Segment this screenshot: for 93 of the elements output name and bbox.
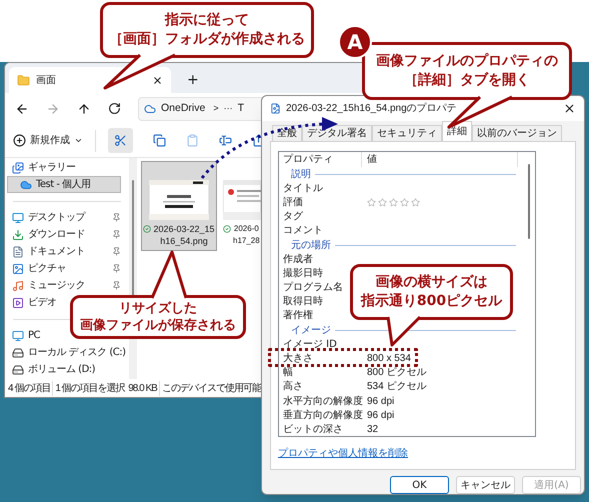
- property-name: コメント: [282, 224, 324, 238]
- dialog-button[interactable]: OK: [390, 476, 449, 494]
- cut-button[interactable]: [108, 128, 133, 153]
- cloud-icon: [20, 178, 32, 190]
- scissors-icon: [114, 134, 127, 147]
- file-name: 2026-03-22_15 h16_54.png: [153, 223, 215, 247]
- group-heading: 元の場所: [291, 238, 331, 253]
- window-title: 2026-03-22_15h16_54.pngのプロパテ: [286, 102, 457, 116]
- sidebar-item[interactable]: ミュージック: [12, 277, 85, 294]
- caret-icon: [74, 136, 83, 145]
- callout-text: リサイズした 画像ファイルが保存される: [80, 300, 236, 334]
- picture-icon: [12, 262, 24, 274]
- remove-properties-link[interactable]: プロパティや個人情報を削除: [278, 446, 408, 461]
- status-text: 1 個の項目を選択 98.0 KB: [52, 380, 159, 396]
- property-name: タグ: [282, 210, 304, 224]
- column-header[interactable]: プロパティ: [279, 152, 362, 167]
- file-name: 2026-0 h17_28: [233, 223, 260, 247]
- property-name: 著作権: [282, 308, 314, 324]
- sidebar-item[interactable]: ドキュメント: [12, 243, 85, 260]
- image-file-icon: [270, 103, 281, 114]
- drive-icon: [12, 364, 24, 376]
- cloud-icon: [144, 102, 156, 114]
- tab[interactable]: セキュリティ: [372, 125, 442, 141]
- column-header[interactable]: 値: [362, 152, 518, 167]
- breadcrumb-separator: >: [213, 102, 219, 115]
- callout-text: 画像の横サイズは 指示通り800ピクセル: [360, 273, 502, 311]
- property-name: タイトル: [282, 182, 324, 196]
- property-name: 高さ: [282, 380, 304, 394]
- tab[interactable]: デジタル署名: [302, 125, 372, 141]
- new-tab-button[interactable]: +: [181, 67, 205, 93]
- refresh-icon[interactable]: [108, 102, 121, 115]
- folder-icon: [17, 74, 30, 86]
- property-name: 撮影日時: [282, 266, 324, 281]
- property-value: 800 ピクセル: [367, 366, 426, 380]
- property-name: 作成者: [282, 252, 314, 267]
- star-icon[interactable]: [389, 198, 398, 207]
- breadcrumb[interactable]: OneDrive: [161, 100, 206, 116]
- desktop-icon: [12, 212, 24, 224]
- more-breadcrumbs[interactable]: ···: [224, 102, 233, 116]
- sidebar-item[interactable]: ローカル ディスク (C:): [12, 344, 126, 361]
- video-icon: [12, 296, 24, 308]
- property-name: ビットの深さ: [282, 422, 344, 436]
- step-marker: A: [338, 25, 372, 59]
- property-value: 96 dpi: [367, 394, 394, 409]
- copy-icon[interactable]: [153, 134, 166, 147]
- sidebar-item[interactable]: ボリューム (D:): [12, 361, 96, 378]
- property-value: 96 dpi: [367, 408, 394, 423]
- close-icon[interactable]: [563, 102, 576, 115]
- property-value: 534 ピクセル: [367, 380, 426, 394]
- sidebar-item[interactable]: ギャラリー: [12, 159, 76, 176]
- new-button[interactable]: 新規作成: [13, 133, 83, 148]
- star-rating[interactable]: [367, 198, 420, 207]
- computer-icon: [12, 330, 24, 342]
- close-icon[interactable]: [152, 74, 163, 86]
- property-value: 800 x 534: [367, 352, 411, 366]
- property-name: 垂直方向の解像度: [282, 408, 362, 423]
- download-icon: [12, 228, 24, 240]
- sidebar-item[interactable]: デスクトップ: [12, 209, 85, 226]
- property-name: 幅: [282, 366, 294, 380]
- dialog-button[interactable]: キャンセル: [456, 476, 515, 494]
- drive-icon: [12, 346, 24, 358]
- group-heading: 説明: [291, 168, 311, 182]
- plus-icon: [13, 134, 26, 147]
- folder-tab[interactable]: 画面: [9, 67, 171, 93]
- sidebar-item[interactable]: ピクチャ: [12, 260, 66, 277]
- star-icon[interactable]: [378, 198, 387, 207]
- property-name: イメージ ID: [282, 338, 338, 352]
- callout-text: 画像ファイルのプロパティの ［詳細］タブを開く: [376, 52, 558, 90]
- property-name: 取得日時: [282, 294, 324, 310]
- property-name: 評価: [282, 196, 304, 210]
- property-name: 水平方向の解像度: [282, 394, 362, 409]
- property-name: 大きさ: [282, 352, 314, 366]
- file-item[interactable]: 2026-0 h17_28: [222, 161, 262, 251]
- music-icon: [12, 280, 24, 292]
- star-icon[interactable]: [400, 198, 409, 207]
- up-icon[interactable]: [77, 102, 91, 116]
- gallery-icon: [12, 162, 24, 174]
- rename-icon[interactable]: [219, 134, 232, 147]
- star-icon[interactable]: [367, 198, 376, 207]
- status-text: 4 個の項目: [7, 382, 52, 396]
- sidebar-item[interactable]: ビデオ: [12, 294, 56, 311]
- property-name: プログラム名: [282, 280, 344, 296]
- document-icon: [12, 246, 24, 258]
- sidebar-item[interactable]: Test - 個人用: [7, 176, 121, 193]
- file-item[interactable]: 2026-03-22_15 h16_54.png: [141, 161, 217, 251]
- property-value: 32: [367, 422, 378, 436]
- sidebar-item[interactable]: ダウンロード: [12, 226, 85, 243]
- sidebar-item[interactable]: PC: [12, 327, 40, 344]
- callout-text: 指示に従って ［画面］フォルダが作成される: [109, 11, 305, 49]
- back-icon[interactable]: [15, 102, 29, 116]
- breadcrumb[interactable]: T: [238, 100, 244, 116]
- group-heading: イメージ: [291, 324, 331, 338]
- star-icon[interactable]: [411, 198, 420, 207]
